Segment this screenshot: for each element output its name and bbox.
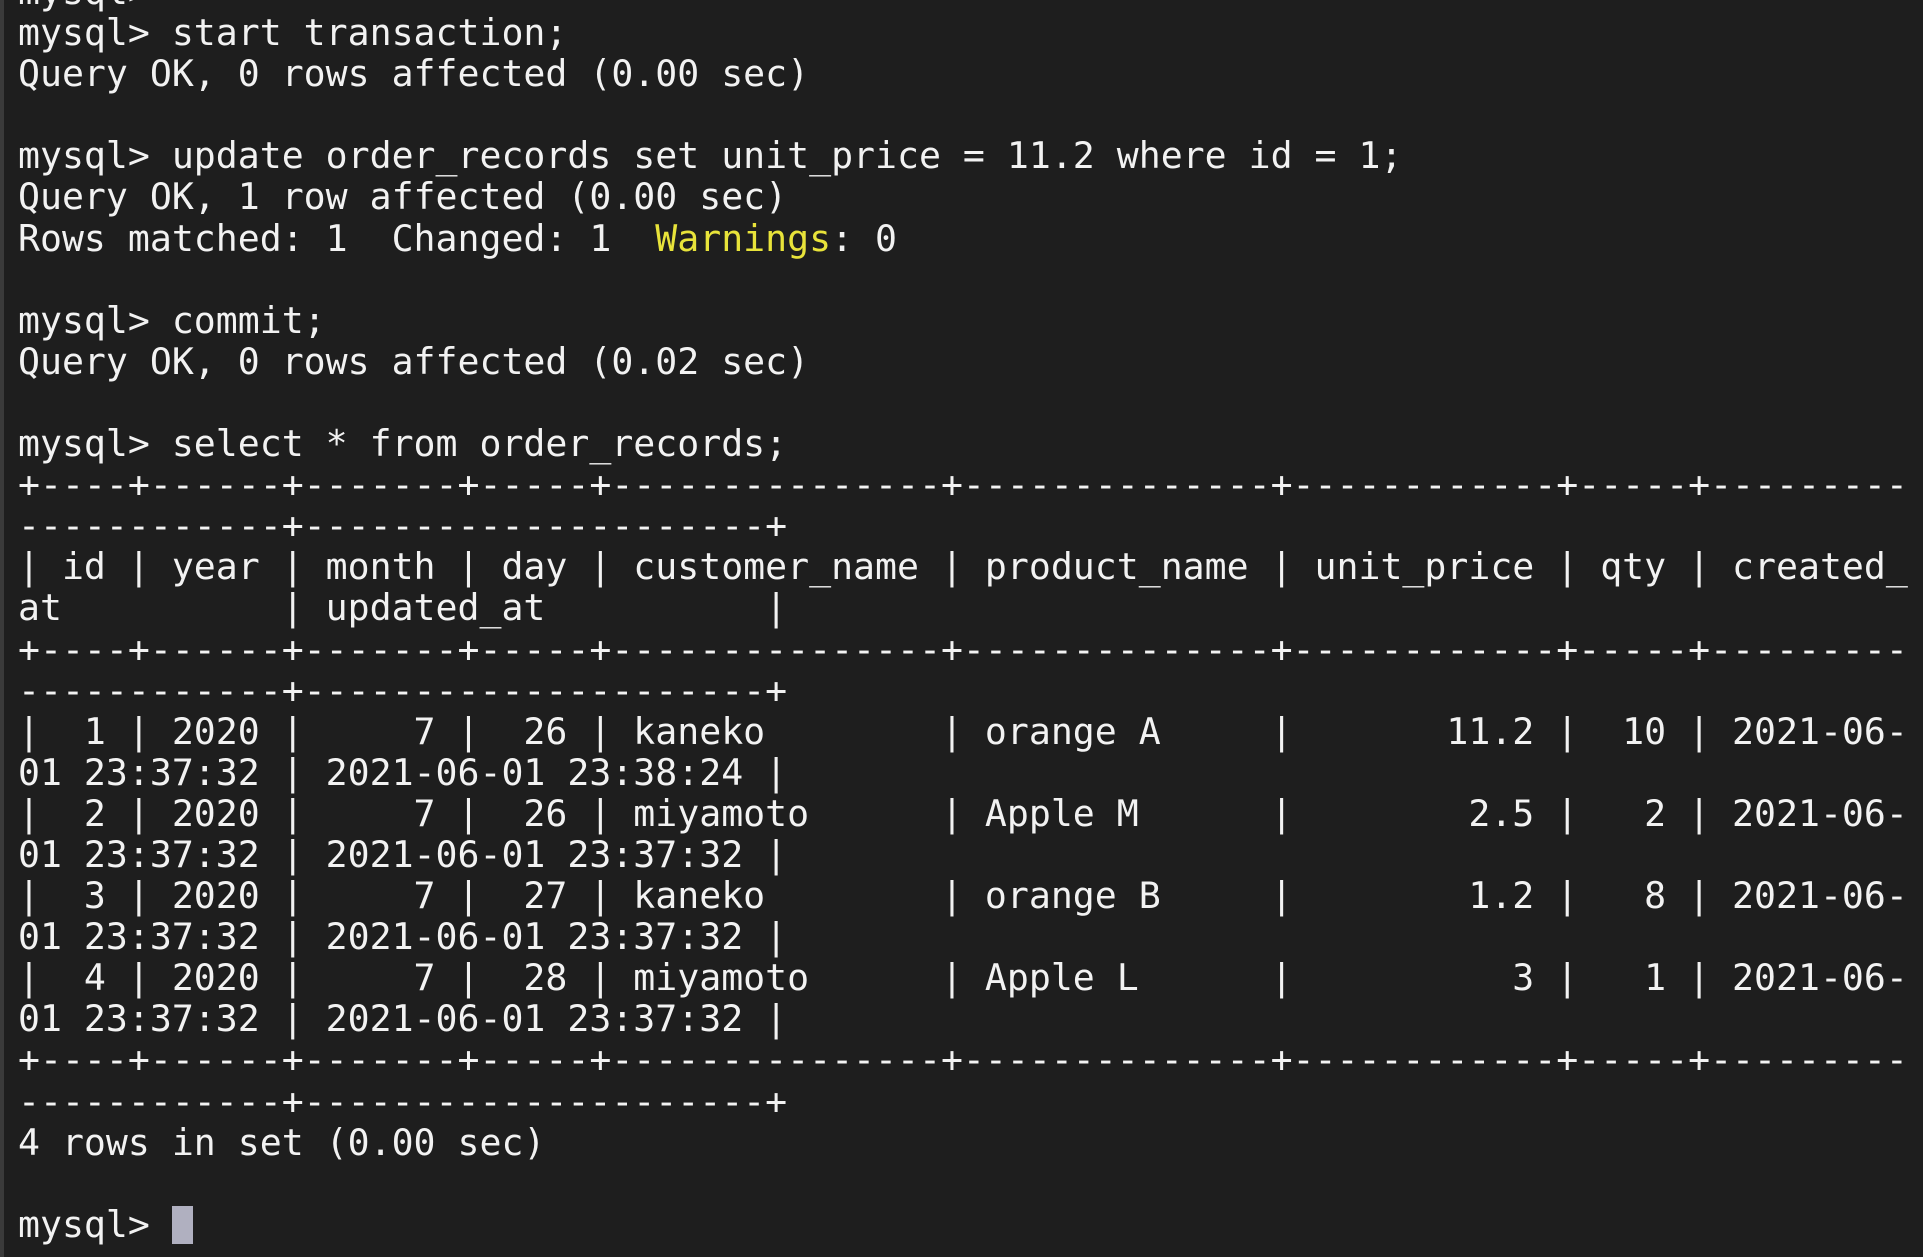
table-border: ------------+---------------------+ — [18, 504, 788, 548]
table-row: | 3 | 2020 | 7 | 27 | kaneko | orange B … — [18, 874, 1908, 918]
prompt-line: mysql> — [18, 1204, 1908, 1245]
output-line: Query OK, 0 rows affected (0.02 sec) — [18, 339, 810, 383]
table-row: 01 23:37:32 | 2021-06-01 23:37:32 | — [18, 832, 788, 876]
table-border: ------------+---------------------+ — [18, 1079, 788, 1123]
command-line: mysql> start transaction; — [18, 11, 568, 55]
command-line: mysql> update order_records set unit_pri… — [18, 134, 1403, 178]
table-row: 01 23:37:32 | 2021-06-01 23:37:32 | — [18, 915, 788, 959]
command-line: mysql> select * from order_records; — [18, 422, 788, 466]
warnings-line: Rows matched: 1 Changed: 1 Warnings: 0 — [18, 216, 898, 260]
output-line: Query OK, 0 rows affected (0.00 sec) — [18, 52, 810, 96]
table-header: at | updated_at | — [18, 586, 788, 630]
table-row: | 1 | 2020 | 7 | 26 | kaneko | orange A … — [18, 709, 1908, 753]
table-row: | 4 | 2020 | 7 | 28 | miyamoto | Apple L… — [18, 956, 1908, 1000]
command-line: mysql> commit; — [18, 298, 326, 342]
table-row: | 2 | 2020 | 7 | 26 | miyamoto | Apple M… — [18, 791, 1908, 835]
terminal-output: mysql>mysql> start transaction;Query OK,… — [18, 0, 1908, 1245]
table-border: +----+------+-------+-----+-------------… — [18, 1038, 1908, 1082]
output-line: Query OK, 1 row affected (0.00 sec) — [18, 175, 788, 219]
table-row: 01 23:37:32 | 2021-06-01 23:37:32 | — [18, 997, 788, 1041]
text-cursor[interactable] — [171, 1205, 193, 1244]
table-border: +----+------+-------+-----+-------------… — [18, 463, 1908, 507]
table-header: | id | year | month | day | customer_nam… — [18, 545, 1908, 589]
result-summary: 4 rows in set (0.00 sec) — [18, 1120, 546, 1164]
terminal-window[interactable]: mysql>mysql> start transaction;Query OK,… — [0, 0, 1923, 1257]
warnings-label: Warnings — [655, 216, 832, 260]
table-border: +----+------+-------+-----+-------------… — [18, 627, 1908, 671]
table-row: 01 23:37:32 | 2021-06-01 23:38:24 | — [18, 750, 788, 794]
table-border: ------------+---------------------+ — [18, 668, 788, 712]
